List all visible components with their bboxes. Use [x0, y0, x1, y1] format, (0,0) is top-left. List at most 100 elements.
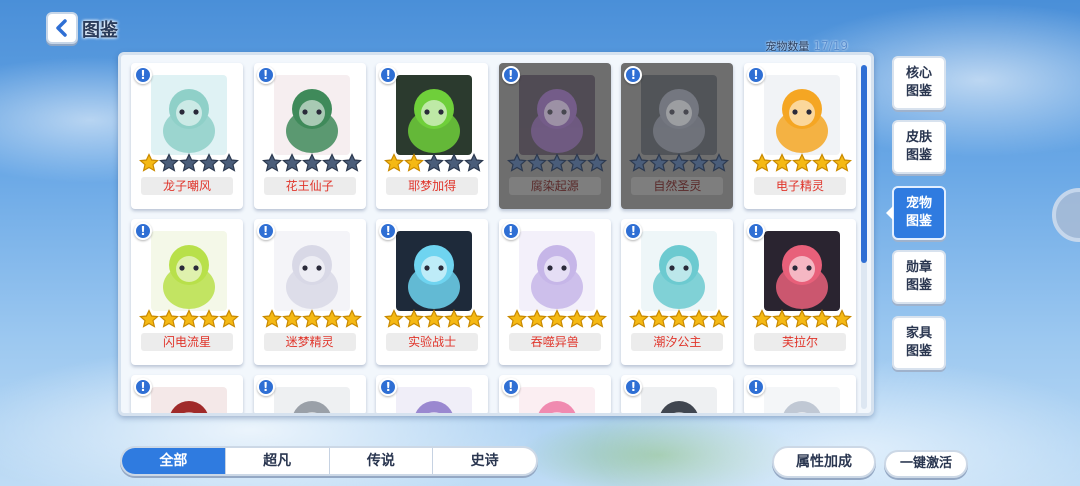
attribute-bonus-button[interactable]: 属性加成 — [772, 446, 876, 478]
filter-tab[interactable]: 史诗 — [433, 448, 536, 474]
snow-creature-portrait — [763, 387, 840, 413]
pet-card[interactable]: ! — [498, 375, 611, 413]
star-rating — [629, 153, 730, 173]
pet-card[interactable]: ! 迷梦精灵 — [253, 219, 366, 365]
info-icon[interactable]: ! — [379, 222, 398, 240]
info-icon[interactable]: ! — [624, 66, 643, 84]
star-rating — [139, 309, 239, 329]
star-empty-icon — [709, 153, 730, 172]
star-rating — [751, 309, 852, 329]
rarity-filter-bar: 全部 超凡 传说 史诗 — [120, 446, 538, 476]
star-rating — [261, 153, 362, 173]
star-filled-icon — [689, 309, 710, 328]
one-click-activate-button[interactable]: 一键激活 — [884, 450, 968, 478]
side-tab[interactable]: 家具 图鉴 — [892, 316, 946, 370]
info-icon[interactable]: ! — [501, 222, 520, 240]
star-filled-icon — [669, 309, 690, 328]
star-filled-icon — [709, 309, 730, 328]
side-tab[interactable]: 宠物 图鉴 — [892, 186, 946, 240]
pet-collection-panel: ! 龙子嘲风 ! 花王仙子! 耶梦加得! 腐染起源! 自然圣灵 ! 电子精灵! 闪电流星 ! 迷梦精灵… — [118, 52, 874, 416]
star-filled-icon — [199, 309, 219, 328]
star-empty-icon — [689, 153, 710, 172]
star-filled-icon — [444, 309, 465, 328]
pet-name: 龙子嘲风 — [141, 177, 233, 195]
active-tab-arrow — [886, 206, 893, 220]
pet-card[interactable]: ! 花王仙子 — [253, 63, 366, 209]
pet-card[interactable]: ! 耶梦加得 — [376, 63, 489, 209]
pet-card[interactable]: ! 电子精灵 — [743, 63, 856, 209]
pet-card[interactable]: ! 腐染起源 — [498, 63, 611, 209]
side-tab[interactable]: 核心 图鉴 — [892, 56, 946, 110]
pet-card[interactable]: ! 芙拉尔 — [743, 219, 856, 365]
pet-card[interactable]: ! — [376, 375, 489, 413]
star-rating — [506, 153, 607, 173]
star-filled-icon — [139, 153, 159, 172]
info-icon[interactable]: ! — [746, 66, 765, 84]
side-tab[interactable]: 皮肤 图鉴 — [892, 120, 946, 174]
info-icon[interactable]: ! — [134, 378, 152, 396]
back-button[interactable] — [46, 12, 78, 44]
pet-card[interactable]: ! 闪电流星 — [131, 219, 243, 365]
serpent-portrait — [396, 75, 473, 155]
scrollbar-thumb[interactable] — [861, 65, 867, 263]
star-filled-icon — [341, 309, 362, 328]
star-filled-icon — [771, 309, 792, 328]
gear-icon[interactable] — [1052, 188, 1080, 242]
info-icon[interactable]: ! — [501, 66, 520, 84]
pet-card[interactable]: ! — [743, 375, 856, 413]
filter-tab[interactable]: 超凡 — [226, 448, 330, 474]
pet-card[interactable]: ! — [131, 375, 243, 413]
flair-portrait — [763, 231, 840, 311]
pet-card[interactable]: ! 潮汐公主 — [621, 219, 734, 365]
pet-card[interactable]: ! — [621, 375, 734, 413]
pet-card[interactable]: ! 实验战士 — [376, 219, 489, 365]
side-tab-label: 图鉴 — [905, 214, 932, 229]
star-filled-icon — [384, 309, 405, 328]
star-filled-icon — [321, 309, 342, 328]
side-tab-label: 宠物 — [905, 196, 932, 211]
flower-fairy-portrait — [273, 75, 350, 155]
side-tab-label: 勋章 — [905, 260, 932, 275]
star-empty-icon — [341, 153, 362, 172]
info-icon[interactable]: ! — [256, 66, 275, 84]
info-icon[interactable]: ! — [746, 378, 765, 396]
star-rating — [384, 153, 485, 173]
star-filled-icon — [771, 153, 792, 172]
pet-card[interactable]: ! 自然圣灵 — [621, 63, 734, 209]
star-empty-icon — [424, 153, 445, 172]
info-icon[interactable]: ! — [746, 222, 765, 240]
star-filled-icon — [791, 153, 812, 172]
info-icon[interactable]: ! — [256, 222, 275, 240]
shadow-wolf-portrait — [641, 387, 718, 413]
side-tab-label: 家具 — [905, 326, 932, 341]
star-empty-icon — [464, 153, 485, 172]
experiment-warrior-portrait — [396, 231, 473, 311]
pet-name: 自然圣灵 — [631, 177, 724, 195]
info-icon[interactable]: ! — [256, 378, 275, 396]
info-icon[interactable]: ! — [379, 378, 398, 396]
pet-card[interactable]: ! 吞噬异兽 — [498, 219, 611, 365]
star-rating — [384, 309, 485, 329]
pet-card[interactable]: ! — [253, 375, 366, 413]
info-icon[interactable]: ! — [379, 66, 398, 84]
filter-tab[interactable]: 全部 — [122, 448, 226, 474]
info-icon[interactable]: ! — [624, 378, 643, 396]
pet-name: 实验战士 — [386, 333, 479, 351]
info-icon[interactable]: ! — [501, 378, 520, 396]
pet-name: 闪电流星 — [141, 333, 233, 351]
filter-tab[interactable]: 传说 — [330, 448, 434, 474]
pet-card[interactable]: ! 龙子嘲风 — [131, 63, 243, 209]
star-filled-icon — [586, 309, 607, 328]
robot-spirit-portrait — [763, 75, 840, 155]
side-tab-label: 皮肤 — [905, 130, 932, 145]
info-icon[interactable]: ! — [134, 66, 152, 84]
side-tab[interactable]: 勋章 图鉴 — [892, 250, 946, 304]
star-rating — [506, 309, 607, 329]
star-filled-icon — [526, 309, 547, 328]
info-icon[interactable]: ! — [134, 222, 152, 240]
white-dragon-portrait — [151, 75, 227, 155]
info-icon[interactable]: ! — [624, 222, 643, 240]
pink-creature-portrait — [518, 387, 595, 413]
star-empty-icon — [219, 153, 239, 172]
scrollbar[interactable] — [861, 65, 867, 409]
